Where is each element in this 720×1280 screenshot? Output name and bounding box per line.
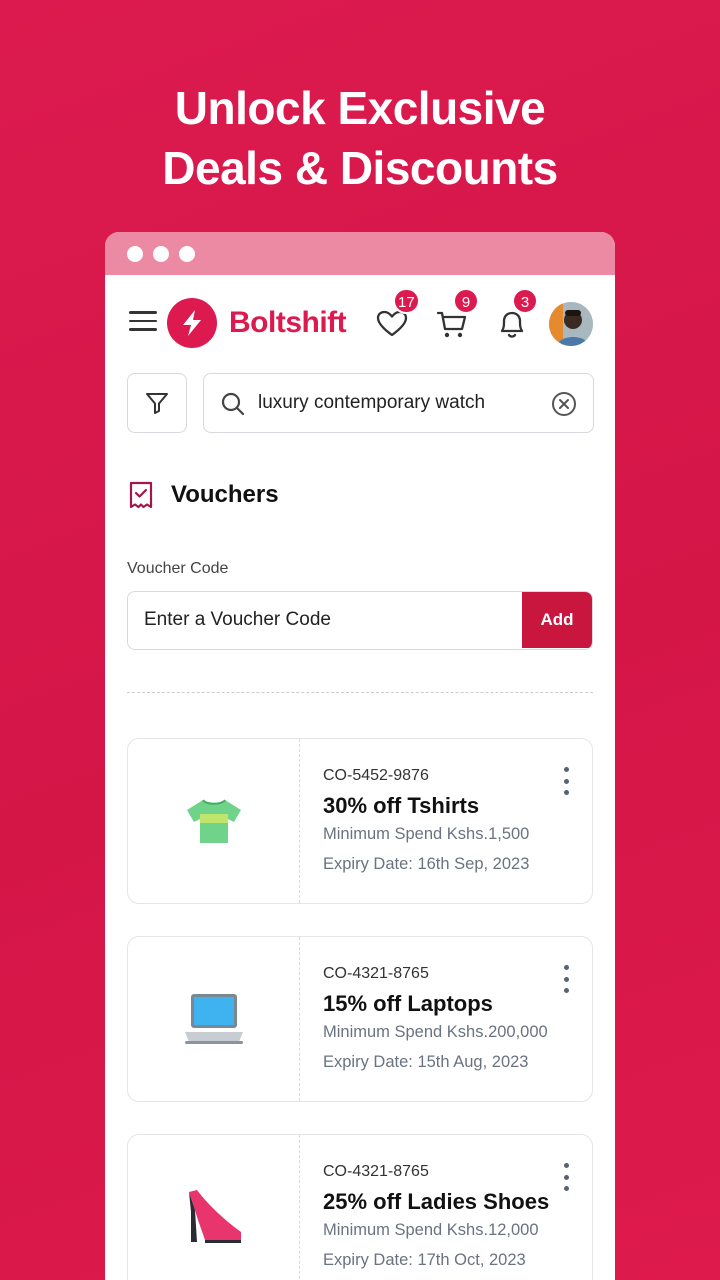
voucher-code: CO-4321-8765 xyxy=(323,965,429,982)
brand-name[interactable]: Boltshift xyxy=(229,306,347,340)
filter-button[interactable] xyxy=(127,373,187,433)
notifications-button[interactable]: 3 xyxy=(495,288,538,341)
search-input[interactable]: luxury contemporary watch xyxy=(258,392,485,414)
window-titlebar xyxy=(105,232,615,275)
voucher-thumb xyxy=(128,937,300,1101)
voucher-thumb xyxy=(128,739,300,903)
wishlist-count-badge: 17 xyxy=(393,288,420,314)
page-title: Vouchers xyxy=(171,481,279,508)
voucher-code-field: Add xyxy=(127,591,593,650)
voucher-title: 25% off Ladies Shoes xyxy=(323,1189,550,1214)
voucher-title: 15% off Laptops xyxy=(323,991,493,1016)
voucher-min-spend: Minimum Spend Kshs.12,000 xyxy=(323,1221,539,1239)
divider xyxy=(127,692,593,693)
avatar[interactable] xyxy=(549,302,593,346)
vouchers-heading: Vouchers xyxy=(127,480,279,510)
voucher-min-spend: Minimum Spend Kshs.1,500 xyxy=(323,825,530,843)
voucher-code-label: Voucher Code xyxy=(127,560,229,577)
filter-icon xyxy=(146,393,168,414)
headline-line-2: Deals & Discounts xyxy=(162,142,558,194)
voucher-title: 30% off Tshirts xyxy=(323,793,480,818)
search-bar[interactable]: luxury contemporary watch xyxy=(203,373,594,433)
voucher-thumb xyxy=(128,1135,300,1280)
window-dot xyxy=(127,245,143,262)
laptop-icon xyxy=(184,994,243,1044)
voucher-min-spend: Minimum Spend Kshs.200,000 xyxy=(323,1023,548,1041)
more-options-icon[interactable] xyxy=(562,1163,570,1191)
app-window: Boltshift 17 9 3 luxury contemporary wat… xyxy=(105,232,615,1280)
voucher-expiry: Expiry Date: 15th Aug, 2023 xyxy=(323,1053,529,1071)
voucher-card[interactable]: CO-5452-9876 30% off Tshirts Minimum Spe… xyxy=(127,738,593,904)
voucher-expiry: Expiry Date: 17th Oct, 2023 xyxy=(323,1251,526,1269)
cart-count-badge: 9 xyxy=(453,288,479,314)
more-options-icon[interactable] xyxy=(562,965,570,993)
voucher-card[interactable]: CO-4321-8765 25% off Ladies Shoes Minimu… xyxy=(127,1134,593,1280)
search-icon xyxy=(221,392,245,416)
menu-icon[interactable] xyxy=(129,311,157,333)
voucher-code: CO-4321-8765 xyxy=(323,1163,429,1180)
tshirt-icon xyxy=(186,799,241,843)
voucher-code-input[interactable] xyxy=(128,592,523,648)
top-nav: Boltshift 17 9 3 xyxy=(105,288,615,350)
notifications-count-badge: 3 xyxy=(512,288,538,314)
voucher-card[interactable]: CO-4321-8765 15% off Laptops Minimum Spe… xyxy=(127,936,593,1102)
window-dot xyxy=(153,245,169,262)
voucher-expiry: Expiry Date: 16th Sep, 2023 xyxy=(323,855,530,873)
voucher-receipt-icon xyxy=(129,481,153,509)
clear-search-icon[interactable] xyxy=(551,391,577,417)
window-dot xyxy=(179,245,195,262)
add-voucher-button[interactable]: Add xyxy=(522,592,592,648)
wishlist-button[interactable]: 17 xyxy=(375,288,420,341)
logo-bolt-icon[interactable] xyxy=(167,298,217,348)
voucher-code: CO-5452-9876 xyxy=(323,767,429,784)
headline: Unlock Exclusive Deals & Discounts xyxy=(0,78,720,198)
headline-line-1: Unlock Exclusive xyxy=(174,82,546,134)
cart-button[interactable]: 9 xyxy=(435,288,479,341)
more-options-icon[interactable] xyxy=(562,767,570,795)
high-heel-icon xyxy=(188,1190,241,1243)
